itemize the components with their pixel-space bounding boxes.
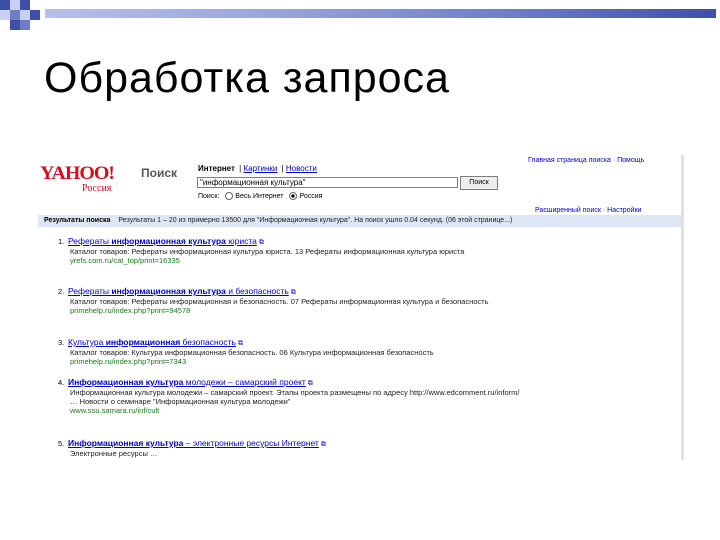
new-window-icon[interactable]: ⧉: [308, 380, 313, 387]
tab-images[interactable]: Картинки: [243, 164, 277, 173]
new-window-icon[interactable]: ⧉: [291, 289, 296, 296]
scrollbar[interactable]: [681, 155, 684, 460]
search-results-screenshot: YAHOO! Россия Поиск Интернет | Картинки …: [38, 155, 684, 460]
logo-text: YAHOO!: [40, 163, 115, 184]
tab-news[interactable]: Новости: [286, 164, 317, 173]
top-links[interactable]: Главная страница поиска · Помощь: [528, 157, 644, 164]
deco-square: [0, 10, 10, 20]
deco-square: [20, 20, 30, 30]
result-snippet: Информационная культура молодежи – самар…: [70, 388, 520, 406]
header-gradient-line: [45, 9, 716, 18]
result-title-link[interactable]: Информационная культура – электронные ре…: [68, 438, 319, 448]
settings-links[interactable]: Расширенный поиск · Настройки: [535, 207, 641, 214]
result-snippet: Каталог товаров: Рефераты информационная…: [70, 297, 489, 306]
deco-square: [20, 0, 30, 10]
result-title-link[interactable]: Рефераты информационная культура юриста: [68, 236, 257, 246]
scope-russia-radio[interactable]: [289, 192, 298, 200]
result-item: 4. Информационная культура молодежи – сам…: [58, 377, 528, 416]
result-url: yrefs.com.ru/cat_top/print=16335: [70, 256, 180, 265]
new-window-icon[interactable]: ⧉: [321, 441, 326, 448]
result-snippet: Каталог товаров: Культура информационная…: [70, 348, 434, 357]
result-item: 3. Культура информационная безопасность ⧉ …: [58, 337, 528, 367]
results-label: Результаты поиска: [44, 217, 111, 224]
corner-decoration: [0, 0, 720, 40]
result-title-link[interactable]: Информационная культура молодежи – самар…: [68, 377, 306, 387]
new-window-icon[interactable]: ⧉: [259, 239, 264, 246]
scope-all-radio[interactable]: [225, 192, 234, 200]
search-input[interactable]: "информационная культура": [197, 177, 458, 188]
deco-square: [30, 10, 40, 20]
search-scope: Поиск: Весь Интернет Россия: [198, 192, 322, 200]
result-url: primehelp.ru/index.php?print=94578: [70, 306, 191, 315]
yahoo-logo[interactable]: YAHOO! Россия: [40, 163, 140, 194]
result-url: primehelp.ru/index.php?print=7343: [70, 357, 187, 366]
result-snippet: Электронные ресурсы …: [70, 449, 158, 458]
result-number: 4.: [58, 378, 65, 387]
result-item: 2. Рефераты информационная культура и без…: [58, 286, 528, 316]
search-button[interactable]: Поиск: [460, 176, 498, 190]
scope-label: Поиск:: [198, 192, 220, 200]
deco-square: [10, 0, 20, 10]
search-tabs: Интернет | Картинки | Новости: [198, 164, 317, 173]
result-number: 1.: [58, 237, 65, 246]
logo-subtitle: Россия: [82, 183, 112, 194]
deco-square: [0, 0, 10, 10]
result-number: 3.: [58, 338, 65, 347]
deco-square: [10, 10, 20, 20]
result-url: www.ssu.samara.ru/inf/cult: [70, 406, 160, 415]
search-word: Поиск: [141, 166, 178, 180]
result-title-link[interactable]: Культура информационная безопасность: [68, 337, 236, 347]
tab-internet[interactable]: Интернет: [198, 164, 235, 173]
result-snippet: Каталог товаров: Рефераты информационная…: [70, 247, 465, 256]
scope-all-label: Весь Интернет: [235, 192, 284, 200]
slide-title: Обработка запроса: [44, 54, 450, 102]
results-bar: Результаты поиска Результаты 1 – 20 из п…: [38, 215, 681, 227]
deco-square: [20, 10, 30, 20]
results-stats: Результаты 1 – 20 из примерно 13500 для …: [118, 217, 513, 224]
result-number: 5.: [58, 439, 65, 448]
result-number: 2.: [58, 287, 65, 296]
result-item: 5. Информационная культура – электронные …: [58, 438, 528, 459]
deco-square: [10, 20, 20, 30]
new-window-icon[interactable]: ⧉: [238, 340, 243, 347]
result-title-link[interactable]: Рефераты информационная культура и безоп…: [68, 286, 289, 296]
result-item: 1. Рефераты информационная культура юрист…: [58, 236, 528, 266]
scope-russia-label: Россия: [299, 192, 323, 200]
